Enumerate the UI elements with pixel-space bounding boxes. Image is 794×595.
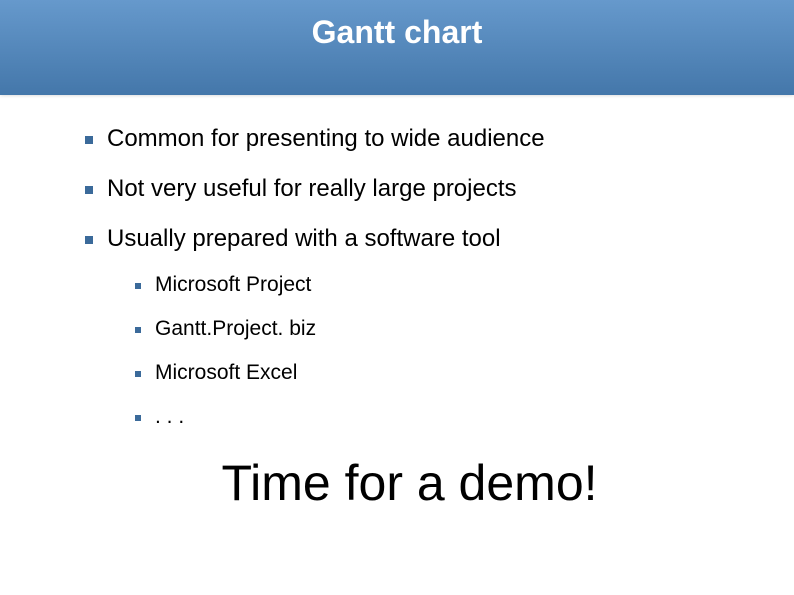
- bullet-text: Usually prepared with a software tool: [107, 225, 501, 252]
- bullet-list: Common for presenting to wide audience N…: [85, 125, 734, 429]
- sub-bullet-item: Microsoft Excel: [135, 361, 734, 385]
- sub-bullet-text: Microsoft Project: [155, 273, 311, 296]
- bullet-item: Common for presenting to wide audience: [85, 125, 734, 153]
- title-band: Gantt chart: [0, 0, 794, 95]
- bullet-text: Common for presenting to wide audience: [107, 125, 545, 152]
- sub-bullet-item: Microsoft Project: [135, 273, 734, 297]
- sub-bullet-text: . . .: [155, 405, 184, 428]
- sub-bullet-text: Microsoft Excel: [155, 361, 297, 384]
- bullet-text: Not very useful for really large project…: [107, 175, 517, 202]
- sub-bullet-item: Gantt.Project. biz: [135, 317, 734, 341]
- sub-bullet-item: . . .: [135, 405, 734, 429]
- sub-bullet-text: Gantt.Project. biz: [155, 317, 316, 340]
- bullet-item: Not very useful for really large project…: [85, 175, 734, 203]
- sub-bullet-list: Microsoft Project Gantt.Project. biz Mic…: [135, 273, 734, 429]
- callout-text: Time for a demo!: [85, 454, 734, 512]
- slide-title: Gantt chart: [312, 14, 483, 51]
- bullet-item: Usually prepared with a software tool Mi…: [85, 225, 734, 429]
- slide: Gantt chart Common for presenting to wid…: [0, 0, 794, 595]
- slide-content: Common for presenting to wide audience N…: [0, 95, 794, 512]
